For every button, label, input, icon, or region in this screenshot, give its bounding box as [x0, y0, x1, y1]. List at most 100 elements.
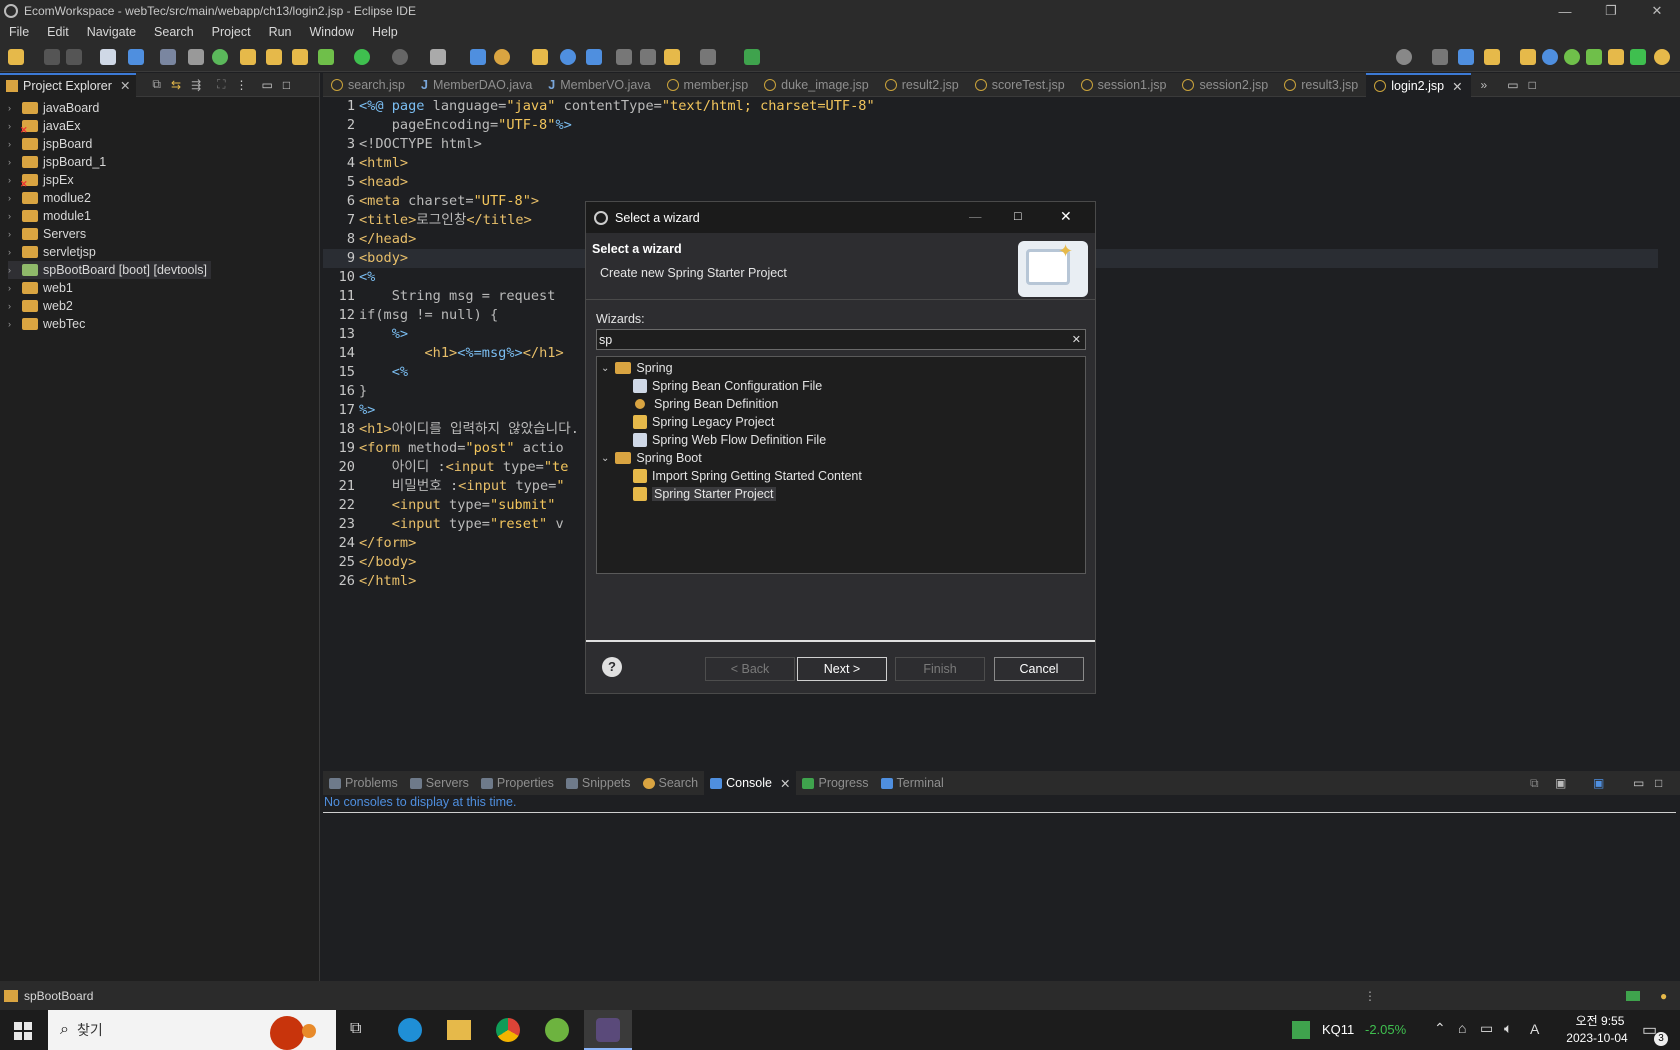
prev-edit-icon[interactable] [616, 49, 632, 65]
tab-problems[interactable]: Problems [323, 771, 404, 795]
dialog-maximize-button[interactable]: □ [1014, 209, 1022, 223]
eclipse-taskbar-button[interactable] [584, 1010, 632, 1050]
spring-icon[interactable] [212, 49, 228, 65]
chevron-down-icon[interactable]: ⌄ [601, 453, 609, 464]
search-icon[interactable] [1396, 49, 1412, 65]
expand-icon[interactable]: › [8, 139, 18, 149]
resource-perspective-icon[interactable] [1484, 49, 1500, 65]
open-type-icon[interactable] [100, 49, 116, 65]
minimize-view-icon[interactable]: ▭ [262, 78, 273, 92]
menu-navigate[interactable]: Navigate [78, 25, 145, 39]
volume-icon[interactable]: 🔈︎ [1504, 1020, 1512, 1037]
ime-indicator[interactable]: A [1530, 1021, 1539, 1037]
tab-duke-image-jsp[interactable]: duke_image.jsp [756, 73, 877, 97]
expand-icon[interactable]: › [8, 121, 18, 131]
maximize-button[interactable]: ❐ [1588, 0, 1634, 22]
java-perspective-icon[interactable] [1520, 49, 1536, 65]
clear-filter-icon[interactable]: ✕ [1072, 333, 1081, 346]
project-jspBoard_1[interactable]: › jspBoard_1 [8, 153, 106, 171]
wizard-item-selected[interactable]: Spring Starter Project [633, 485, 776, 503]
tab-session2-jsp[interactable]: session2.jsp [1174, 73, 1276, 97]
search-toolbar-icon[interactable] [494, 49, 510, 65]
expand-icon[interactable]: › [8, 265, 18, 275]
expand-icon[interactable]: › [8, 211, 18, 221]
project-modlue2[interactable]: › modlue2 [8, 189, 91, 207]
forward-icon[interactable] [700, 49, 716, 65]
expand-icon[interactable]: › [8, 301, 18, 311]
web-browser-icon[interactable] [560, 49, 576, 65]
focus-icon[interactable]: ⛶ [217, 77, 225, 92]
project-jspEx[interactable]: › jspEx [8, 171, 74, 190]
annotation-icon[interactable] [586, 49, 602, 65]
clock-date[interactable]: 2023-10-04 [1552, 1031, 1642, 1045]
project-javaEx[interactable]: › javaEx [8, 117, 81, 136]
network-icon[interactable]: ▭ [1480, 1020, 1493, 1037]
tab-search-jsp[interactable]: search.jsp [323, 73, 413, 97]
tab-properties[interactable]: Properties [475, 771, 560, 795]
save-icon[interactable] [44, 49, 60, 65]
close-button[interactable]: ✕ [1634, 0, 1680, 22]
external-tools-icon[interactable] [392, 49, 408, 65]
deploy-icon[interactable] [430, 49, 446, 65]
finish-button[interactable]: Finish [895, 657, 985, 681]
next-button[interactable]: Next > [797, 657, 887, 681]
tab-result3-jsp[interactable]: result3.jsp [1276, 73, 1366, 97]
minimize-console-icon[interactable]: ▭ [1633, 776, 1644, 790]
hierarchy-icon[interactable] [1458, 49, 1474, 65]
tab-snippets[interactable]: Snippets [560, 771, 637, 795]
expand-icon[interactable]: › [8, 247, 18, 257]
pin-editor-icon[interactable] [744, 49, 760, 65]
chevron-up-icon[interactable]: ⌃ [1434, 1020, 1446, 1037]
clock-time[interactable]: 오전 9:55 [1560, 1012, 1640, 1029]
wizard-item[interactable]: Import Spring Getting Started Content [633, 467, 862, 485]
expand-icon[interactable]: › [8, 193, 18, 203]
spring-tools-icon[interactable] [545, 1018, 569, 1042]
save-all-icon[interactable] [66, 49, 82, 65]
debug-perspective-icon[interactable] [1586, 49, 1602, 65]
tab-member-jsp[interactable]: member.jsp [659, 73, 757, 97]
expand-icon[interactable]: › [8, 103, 18, 113]
project-spBootBoard[interactable]: › spBootBoard [boot] [devtools] [8, 261, 211, 279]
dialog-close-button[interactable]: ✕ [1060, 208, 1072, 225]
next-edit-icon[interactable] [640, 49, 656, 65]
expand-icon[interactable]: › [8, 319, 18, 329]
wizard-item[interactable]: Spring Legacy Project [633, 413, 774, 431]
display-console-icon[interactable]: ▣ [1555, 776, 1566, 790]
tab-progress[interactable]: Progress [796, 771, 874, 795]
tip-icon[interactable]: ● [1660, 989, 1667, 1003]
expand-icon[interactable]: › [8, 175, 18, 185]
maximize-console-icon[interactable]: □ [1655, 776, 1662, 790]
wizard-item[interactable]: Spring Bean Configuration File [633, 377, 822, 395]
tab-console[interactable]: Console ✕ [704, 771, 797, 795]
project-web2[interactable]: › web2 [8, 297, 73, 315]
project-javaBoard[interactable]: › javaBoard [8, 99, 99, 117]
close-tab-icon[interactable]: ✕ [780, 776, 790, 791]
close-tab-icon[interactable]: ✕ [1452, 79, 1462, 94]
new-java-icon[interactable] [266, 49, 282, 65]
back-icon[interactable] [664, 49, 680, 65]
start-icon[interactable] [14, 1022, 32, 1040]
console-icon[interactable] [128, 49, 144, 65]
menu-run[interactable]: Run [260, 25, 301, 39]
project-web1[interactable]: › web1 [8, 279, 73, 297]
run-icon[interactable] [354, 49, 370, 65]
pin-console-icon[interactable]: ⧉ [1530, 776, 1539, 791]
menu-file[interactable]: File [0, 25, 38, 39]
tree-group-spring-boot[interactable]: ⌄ Spring Boot [601, 449, 702, 467]
project-jspBoard[interactable]: › jspBoard [8, 135, 92, 153]
chrome-icon[interactable] [496, 1018, 520, 1042]
spring-perspective-icon[interactable] [1564, 49, 1580, 65]
project-module1[interactable]: › module1 [8, 207, 91, 225]
new-class-icon[interactable] [292, 49, 308, 65]
open-console-icon[interactable]: ▣ [1593, 776, 1604, 790]
close-tab-icon[interactable]: ✕ [120, 78, 130, 93]
open-task-icon[interactable] [532, 49, 548, 65]
device-icon[interactable]: ⌂ [1458, 1020, 1466, 1036]
cancel-button[interactable]: Cancel [994, 657, 1084, 681]
project-servletjsp[interactable]: › servletjsp [8, 243, 96, 261]
more-tabs-icon[interactable]: » [1481, 78, 1488, 92]
tab-project-explorer[interactable]: Project Explorer ✕ [0, 72, 137, 97]
open-folder-icon[interactable] [470, 49, 486, 65]
wizard-item[interactable]: Spring Web Flow Definition File [633, 431, 826, 449]
tab-search[interactable]: Search [637, 771, 705, 795]
